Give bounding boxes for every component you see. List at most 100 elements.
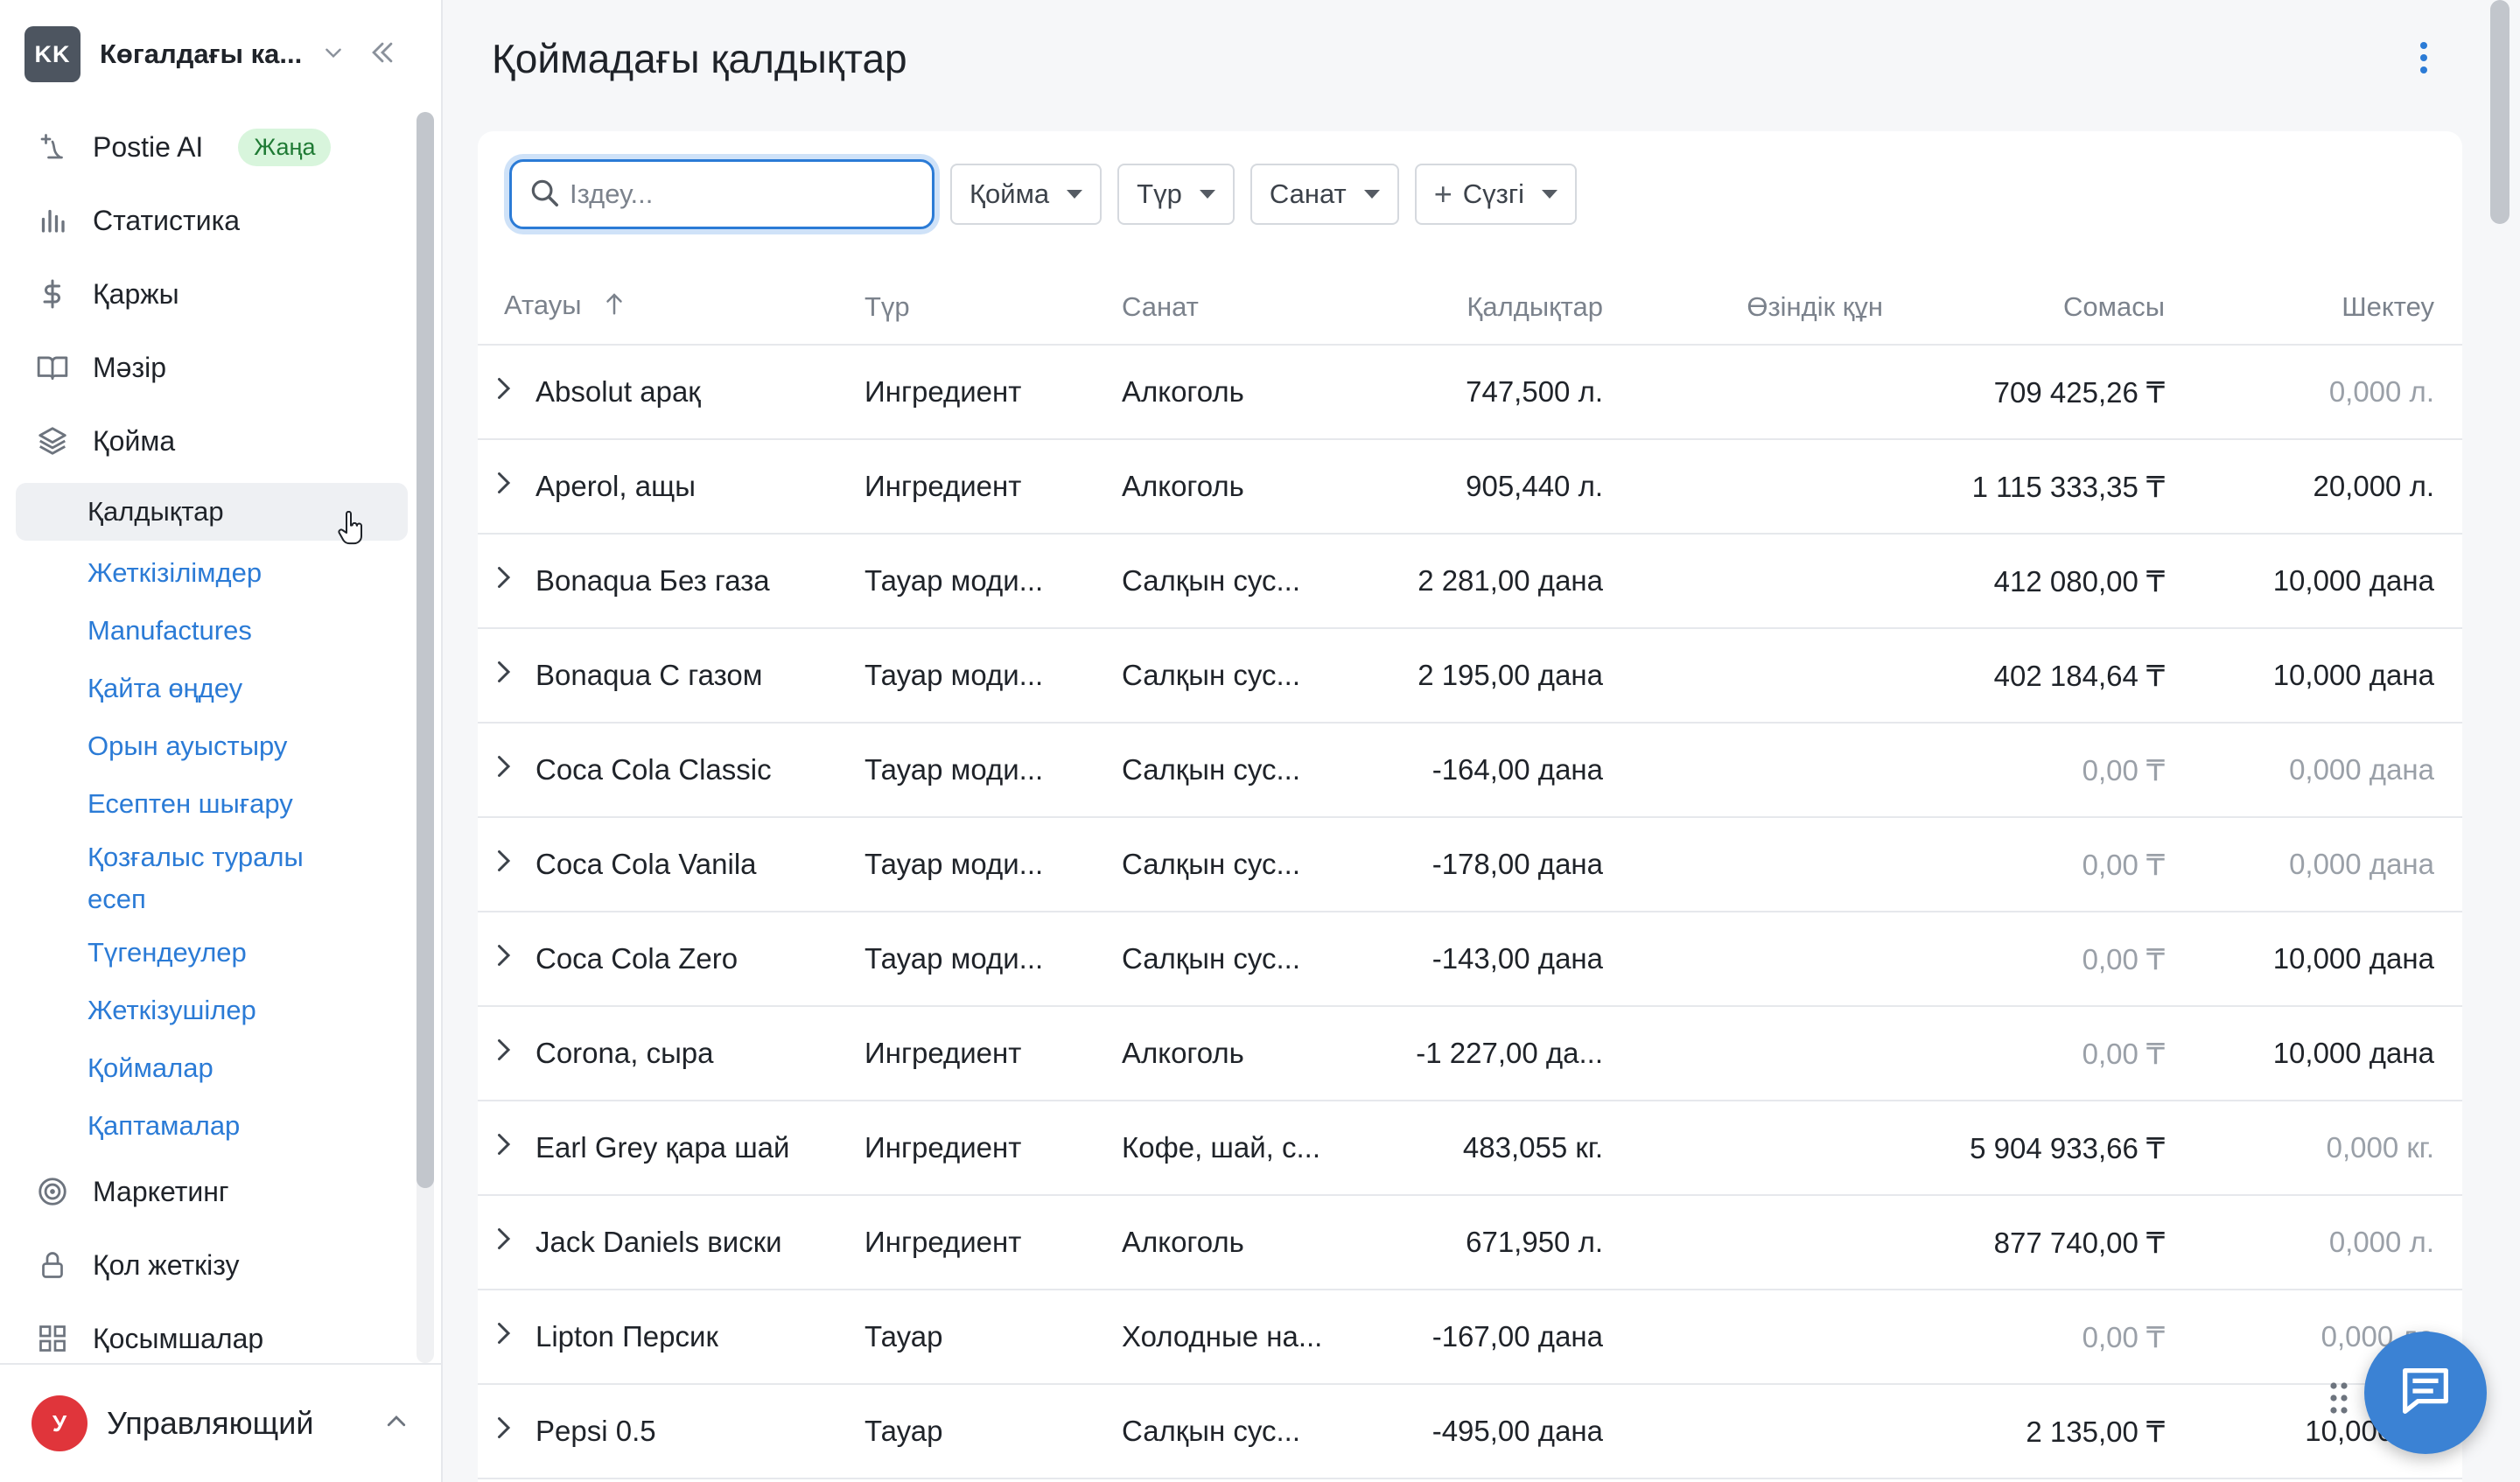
sidebar-item-movement-report[interactable]: Қозғалыс туралы есеп <box>16 833 408 924</box>
expand-row-icon[interactable] <box>478 1195 536 1290</box>
table-row[interactable]: Coca Cola Zero Тауар моди... Салқын сус...… <box>478 912 2462 1007</box>
kebab-icon[interactable] <box>2417 40 2431 80</box>
nav-item-statistics[interactable]: Статистика <box>16 184 408 257</box>
cell-type: Тауар моди... <box>864 817 1122 912</box>
cell-limit: 20,000 л. <box>2165 439 2462 535</box>
type-filter[interactable]: Түр <box>1117 164 1235 225</box>
table-row[interactable]: Lipton Персик Тауар Холодные на... -167,00 … <box>478 1290 2462 1385</box>
expand-row-icon[interactable] <box>478 912 536 1007</box>
sidebar-scrollbar[interactable] <box>416 112 434 1363</box>
cell-cost <box>1603 817 1883 912</box>
cell-name: Earl Grey қара шай <box>536 1101 864 1196</box>
column-header-name[interactable]: Атауы <box>478 269 864 346</box>
expand-row-icon[interactable] <box>478 1101 536 1196</box>
caret-down-icon <box>1542 190 1558 199</box>
sidebar-item-processing[interactable]: Қайта өңдеу <box>16 660 408 717</box>
nav-label: Қойма <box>93 424 176 457</box>
expand-row-icon[interactable] <box>478 1006 536 1101</box>
column-header-remains[interactable]: Қалдықтар <box>1340 269 1603 346</box>
nav-item-menu[interactable]: Мәзір <box>16 331 408 404</box>
sidebar-item-suppliers[interactable]: Жеткізушілер <box>16 982 408 1039</box>
table-row[interactable]: Aperol, ащы Ингредиент Алкоголь 905,440 л. 1… <box>478 439 2462 535</box>
page-scrollbar[interactable] <box>2490 0 2510 1482</box>
table-row[interactable]: Coca Cola Vanila Тауар моди... Салқын сус.… <box>478 817 2462 912</box>
column-header-type[interactable]: Түр <box>864 269 1122 346</box>
chevron-up-icon[interactable] <box>383 1409 410 1439</box>
sidebar-item-warehouses[interactable]: Қоймалар <box>16 1039 408 1097</box>
sidebar-scrollbar-thumb[interactable] <box>416 112 434 1188</box>
sidebar-item-packages[interactable]: Қаптамалар <box>16 1097 408 1155</box>
expand-row-icon[interactable] <box>478 723 536 818</box>
nav-item-postie-ai[interactable]: Postie AI Жаңа <box>16 110 408 184</box>
table-row[interactable]: Coca Cola Classic Тауар моди... Салқын сус… <box>478 723 2462 818</box>
category-filter[interactable]: Санат <box>1250 164 1399 225</box>
column-header-category[interactable]: Санат <box>1122 269 1340 346</box>
table-row[interactable]: Absolut арақ Ингредиент Алкоголь 747,500 л.… <box>478 345 2462 440</box>
add-filter-button[interactable]: + Сүзгі <box>1414 164 1578 225</box>
cell-type: Ингредиент <box>864 1101 1122 1196</box>
user-menu[interactable]: У Управляющий <box>0 1363 441 1482</box>
cell-name: Bonaqua Без газа <box>536 534 864 629</box>
collapse-sidebar-icon[interactable] <box>368 38 397 72</box>
expand-row-icon[interactable] <box>478 1384 536 1479</box>
cell-sum: 0,00 ₸ <box>1883 1006 2165 1101</box>
table-row[interactable]: Bonaqua С газом Тауар моди... Салқын сус..… <box>478 628 2462 724</box>
cell-cost <box>1603 912 1883 1007</box>
table-row[interactable]: Corona, сыра Ингредиент Алкоголь -1 227,00 … <box>478 1006 2462 1101</box>
cell-cost <box>1603 1006 1883 1101</box>
account-avatar: KK <box>24 26 80 82</box>
chat-button[interactable] <box>2364 1332 2487 1454</box>
cell-category: Салқын сус... <box>1122 912 1340 1007</box>
chevron-down-icon[interactable] <box>322 41 345 68</box>
expand-row-icon[interactable] <box>478 439 536 535</box>
nav-item-apps[interactable]: Қосымшалар <box>16 1302 408 1353</box>
expand-row-icon[interactable] <box>478 628 536 724</box>
lock-icon <box>33 1246 72 1284</box>
account-name: Көгалдағы ка... <box>100 38 303 69</box>
main-nav: Postie AI Жаңа Статистика Қаржы Мәзір Қо… <box>16 110 408 1353</box>
sidebar-item-supplies[interactable]: Жеткізілімдер <box>16 544 408 602</box>
sidebar-item-write-offs[interactable]: Есептен шығару <box>16 775 408 833</box>
movement-report-line2: есеп <box>88 884 146 914</box>
table-row[interactable]: Pepsi 0.5 Тауар Салқын сус... -495,00 дана 2… <box>478 1384 2462 1479</box>
expand-row-icon[interactable] <box>478 817 536 912</box>
column-header-cost[interactable]: Өзіндік құн <box>1603 269 1883 346</box>
chat-icon <box>2395 1360 2456 1426</box>
cell-remains: -178,00 дана <box>1340 817 1603 912</box>
sort-ascending-icon[interactable] <box>603 290 626 324</box>
nav-item-access[interactable]: Қол жеткізу <box>16 1228 408 1302</box>
cell-name: Coca Cola Zero <box>536 912 864 1007</box>
drag-handle-icon[interactable] <box>2328 1381 2350 1420</box>
warehouse-filter[interactable]: Қойма <box>950 164 1102 225</box>
cell-cost <box>1603 1290 1883 1385</box>
account-switcher[interactable]: KK Көгалдағы ка... <box>0 0 441 108</box>
sidebar-item-inventories[interactable]: Түгендеулер <box>16 924 408 982</box>
cell-name: Bonaqua С газом <box>536 628 864 724</box>
cell-sum: 0,00 ₸ <box>1883 912 2165 1007</box>
table-row[interactable]: Earl Grey қара шай Ингредиент Кофе, шай, с… <box>478 1101 2462 1196</box>
cell-type: Тауар моди... <box>864 628 1122 724</box>
column-header-limit[interactable]: Шектеу <box>2165 269 2462 346</box>
sidebar-item-transfers[interactable]: Орын ауыстыру <box>16 717 408 775</box>
cell-category: Алкоголь <box>1122 345 1340 440</box>
expand-row-icon[interactable] <box>478 1290 536 1385</box>
nav-item-marketing[interactable]: Маркетинг <box>16 1155 408 1228</box>
expand-row-icon[interactable] <box>478 534 536 629</box>
cell-category: Алкоголь <box>1122 1006 1340 1101</box>
nav-label: Postie AI <box>93 130 204 163</box>
sidebar-item-manufactures[interactable]: Manufactures <box>16 602 408 660</box>
table-row[interactable]: Bonaqua Без газа Тауар моди... Салқын сус.… <box>478 534 2462 629</box>
table-row[interactable]: Jack Daniels виски Ингредиент Алкоголь 671,… <box>478 1195 2462 1290</box>
search-box[interactable] <box>509 159 934 229</box>
nav-label: Маркетинг <box>93 1175 229 1207</box>
expand-row-icon[interactable] <box>478 345 536 440</box>
statistics-icon <box>33 201 72 240</box>
nav-item-finance[interactable]: Қаржы <box>16 257 408 331</box>
page-scrollbar-thumb[interactable] <box>2490 0 2510 224</box>
search-input[interactable] <box>570 178 920 210</box>
cell-name: Coca Cola Classic <box>536 723 864 818</box>
column-header-sum[interactable]: Сомасы <box>1883 269 2165 346</box>
nav-item-warehouse[interactable]: Қойма <box>16 404 408 478</box>
cell-type: Тауар моди... <box>864 723 1122 818</box>
cell-remains: 2 195,00 дана <box>1340 628 1603 724</box>
